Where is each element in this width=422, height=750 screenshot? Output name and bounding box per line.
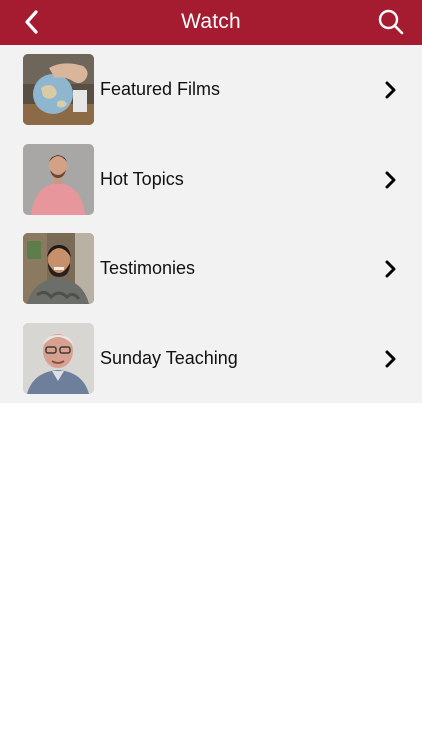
list-item-sunday-teaching[interactable]: Sunday Teaching [0,314,422,403]
category-list: Featured Films Hot Topics Testimonies Su… [0,45,422,403]
app-header: Watch [0,0,422,45]
chevron-right-icon [385,260,396,278]
chevron-right-icon [385,350,396,368]
man-in-pink-shirt-thumbnail [23,144,94,215]
page-title: Watch [181,10,241,33]
globe-in-hand-thumbnail [23,54,94,125]
search-button[interactable] [376,7,406,37]
older-man-glasses-thumbnail [23,323,94,394]
bearded-man-thumbnail [23,233,94,304]
list-item-label: Hot Topics [100,169,184,189]
search-icon [378,9,404,35]
list-item-label: Sunday Teaching [100,348,238,368]
list-item-hot-topics[interactable]: Hot Topics [0,135,422,224]
list-item-label: Testimonies [100,258,196,278]
chevron-right-icon [385,81,396,99]
list-item-testimonies[interactable]: Testimonies [0,224,422,313]
list-item-featured-films[interactable]: Featured Films [0,45,422,134]
list-item-label: Featured Films [100,79,221,99]
chevron-right-icon [385,171,396,189]
